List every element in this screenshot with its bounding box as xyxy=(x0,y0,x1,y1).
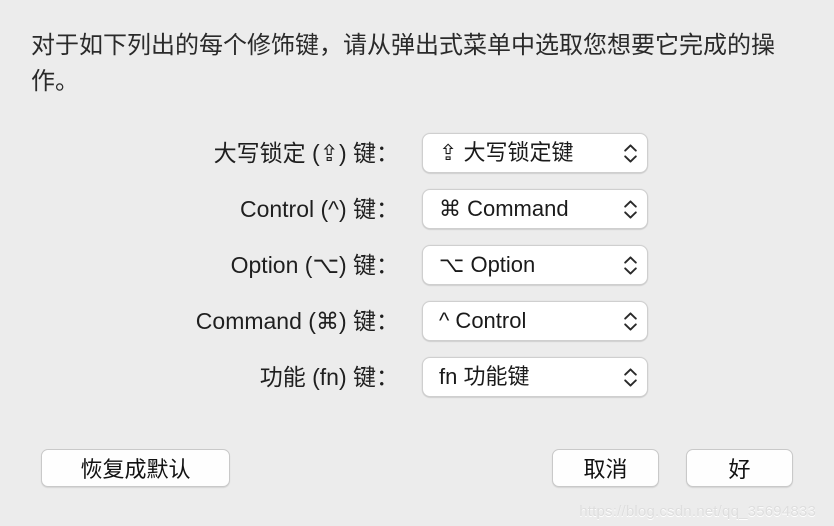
chevron-up-icon xyxy=(623,311,637,320)
table-row: Control (^) 键： ⌘ Command xyxy=(0,189,834,229)
row-label-control: Control (^) 键： xyxy=(239,196,399,222)
popup-stepper-function[interactable] xyxy=(613,357,647,397)
popup-value-command: ^ Control xyxy=(439,308,527,333)
popup-button-command[interactable]: ^ Control xyxy=(422,301,648,341)
chevron-up-icon xyxy=(623,143,637,152)
dialog-description: 对于如下列出的每个修饰键，请从弹出式菜单中选取您想要它完成的操作。 xyxy=(31,32,775,95)
chevron-up-icon xyxy=(623,367,637,376)
popup-stepper-control[interactable] xyxy=(613,189,647,229)
row-label-function: 功能 (fn) 键： xyxy=(259,364,399,390)
modifier-rows-list: 大写锁定 (⇪) 键： ⇪ 大写锁定键 Control (^) 键： ⌘ Com… xyxy=(0,133,834,413)
chevron-down-icon xyxy=(623,322,637,331)
chevron-down-icon xyxy=(623,154,637,163)
restore-defaults-button[interactable]: 恢复成默认 xyxy=(41,449,230,487)
table-row: Command (⌘) 键： ^ Control xyxy=(0,301,834,341)
popup-value-option: ⌥ Option xyxy=(439,252,536,277)
chevron-up-icon xyxy=(623,255,637,264)
watermark-text: https://blog.csdn.net/qq_35694833 xyxy=(579,503,816,520)
popup-button-caps-lock[interactable]: ⇪ 大写锁定键 xyxy=(422,133,648,173)
chevron-down-icon xyxy=(623,378,637,387)
chevron-up-icon xyxy=(623,199,637,208)
row-label-caps-lock: 大写锁定 (⇪) 键： xyxy=(213,140,399,166)
chevron-down-icon xyxy=(623,210,637,219)
popup-stepper-command[interactable] xyxy=(613,301,647,341)
popup-value-control: ⌘ Command xyxy=(439,196,569,221)
row-label-option: Option (⌥) 键： xyxy=(230,252,399,278)
popup-button-control[interactable]: ⌘ Command xyxy=(422,189,648,229)
popup-stepper-option[interactable] xyxy=(613,245,647,285)
popup-value-function: fn 功能键 xyxy=(439,364,530,389)
chevron-down-icon xyxy=(623,266,637,275)
popup-button-function[interactable]: fn 功能键 xyxy=(422,357,648,397)
cancel-button[interactable]: 取消 xyxy=(552,449,659,487)
popup-button-option[interactable]: ⌥ Option xyxy=(422,245,648,285)
table-row: 大写锁定 (⇪) 键： ⇪ 大写锁定键 xyxy=(0,133,834,173)
row-label-command: Command (⌘) 键： xyxy=(195,308,399,334)
table-row: 功能 (fn) 键： fn 功能键 xyxy=(0,357,834,397)
modifier-keys-dialog: 对于如下列出的每个修饰键，请从弹出式菜单中选取您想要它完成的操作。 大写锁定 (… xyxy=(0,0,834,526)
popup-stepper-caps-lock[interactable] xyxy=(613,133,647,173)
ok-button[interactable]: 好 xyxy=(686,449,793,487)
table-row: Option (⌥) 键： ⌥ Option xyxy=(0,245,834,285)
popup-value-caps-lock: ⇪ 大写锁定键 xyxy=(439,140,574,165)
